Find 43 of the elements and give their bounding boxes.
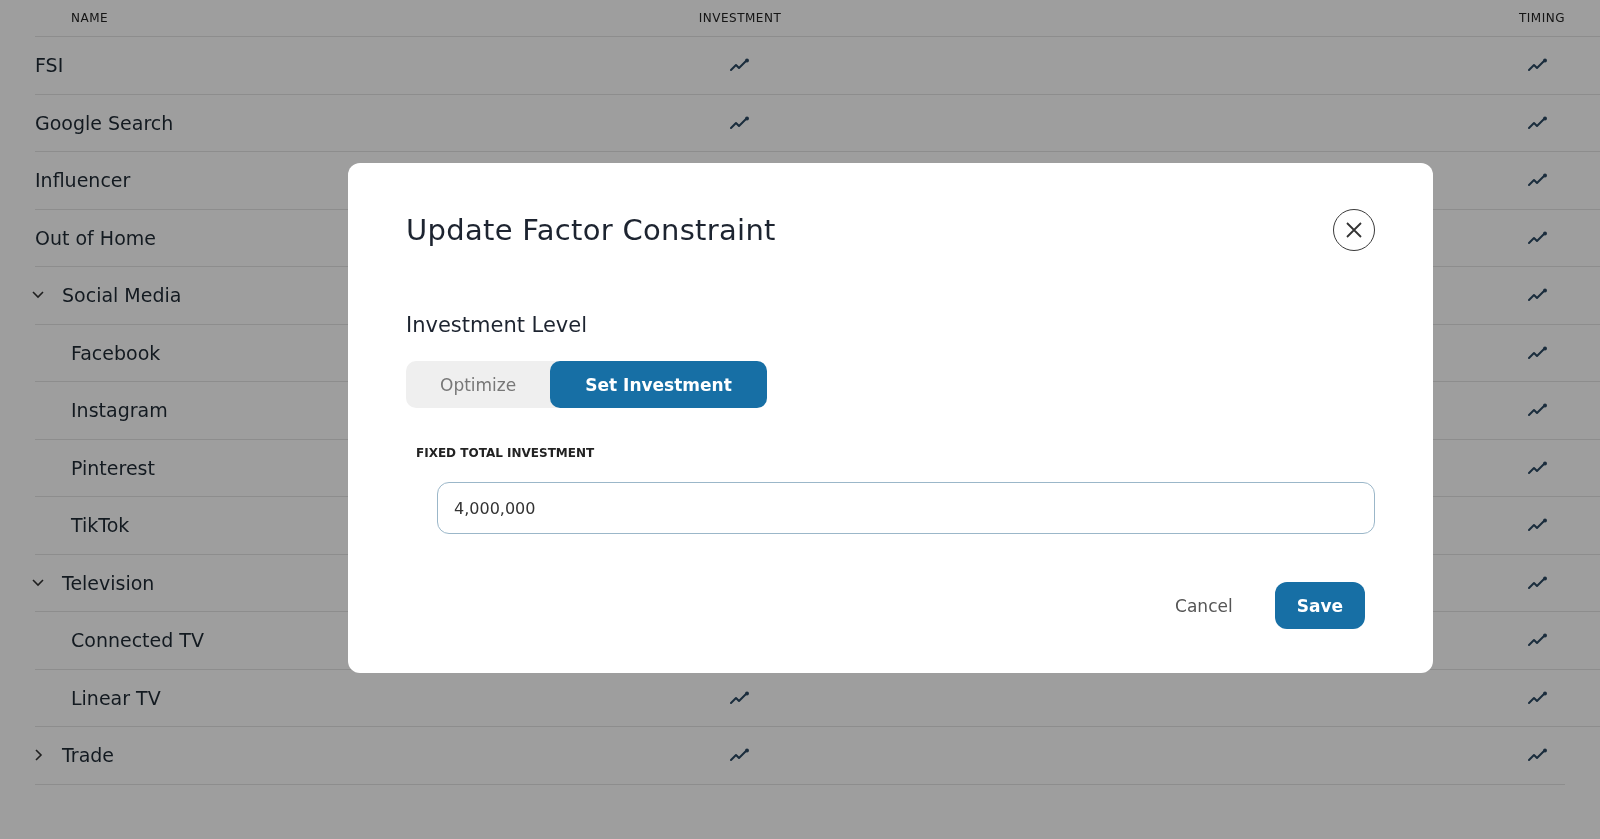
row-name: Social Media [62,284,182,307]
segment-option[interactable]: Set Investment [550,361,767,408]
trend-line-icon[interactable] [1528,230,1548,245]
row-name: Facebook [71,341,161,364]
trend-line-icon[interactable] [730,115,750,130]
trend-line-icon[interactable] [1528,460,1548,475]
close-button[interactable] [1333,209,1375,251]
trend-line-icon[interactable] [730,58,750,73]
section-label: Investment Level [406,313,589,337]
column-header: TIMING [1518,11,1565,25]
trend-line-icon[interactable] [1528,403,1548,418]
trend-line-icon[interactable] [1528,748,1548,763]
field-label: FIXED TOTAL INVESTMENT [416,446,596,460]
trend-line-icon[interactable] [1528,58,1548,73]
save-button[interactable]: Save [1274,582,1365,629]
row-name: Instagram [71,399,168,422]
row-name: Television [62,571,155,594]
row-name: FSI [35,54,64,77]
column-header: INVESTMENT [698,11,782,25]
segment-option[interactable]: Optimize [406,361,551,408]
row-name: Google Search [35,111,174,134]
trend-line-icon[interactable] [1528,690,1548,705]
row-name: TikTok [71,514,130,537]
trend-line-icon[interactable] [1528,173,1548,188]
trend-line-icon[interactable] [730,748,750,763]
trend-line-icon[interactable] [1528,575,1548,590]
row-name: Influencer [35,169,131,192]
row-name: Connected TV [71,629,204,652]
row-name: Trade [62,744,115,767]
row-name: Out of Home [35,226,156,249]
cancel-button[interactable]: Cancel [1175,595,1233,616]
investment-input[interactable]: 4,000,000 [437,482,1375,534]
trend-line-icon[interactable] [1528,345,1548,360]
column-header: NAME [71,11,109,25]
trend-line-icon[interactable] [1528,115,1548,130]
trend-line-icon[interactable] [730,690,750,705]
trend-line-icon[interactable] [1528,518,1548,533]
trend-line-icon[interactable] [1528,288,1548,303]
row-name: Pinterest [71,456,155,479]
dialog-title: Update Factor Constraint [406,213,776,247]
trend-line-icon[interactable] [1528,633,1548,648]
row-name: Linear TV [71,686,161,709]
close-icon [1345,221,1363,239]
